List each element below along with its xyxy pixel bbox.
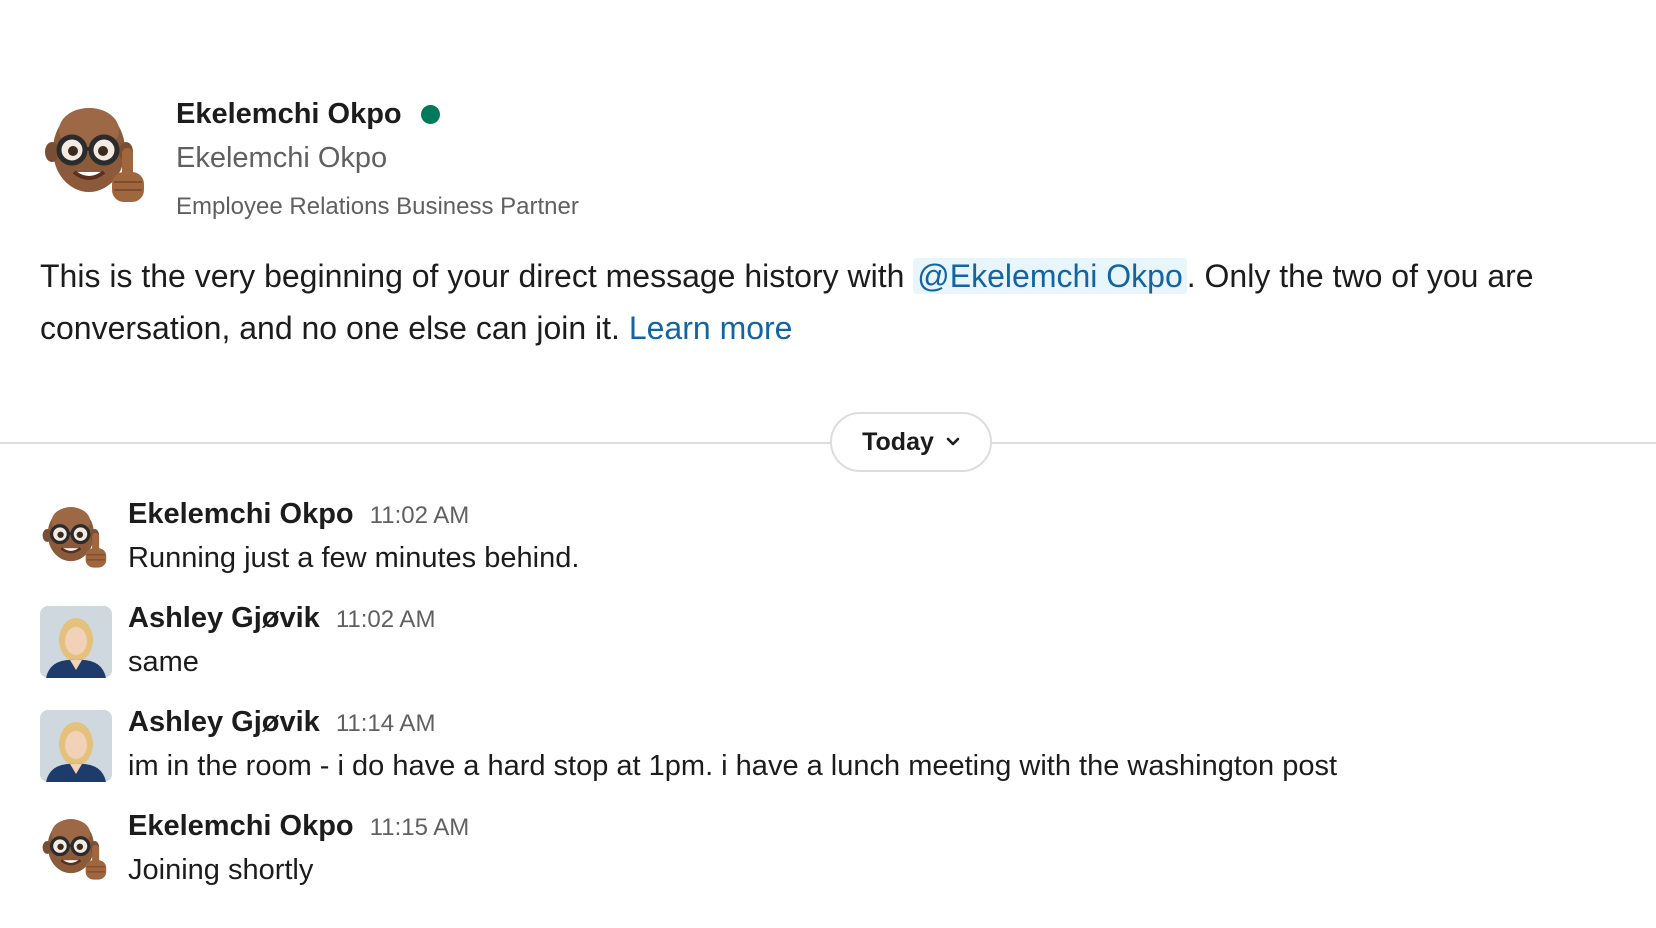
intro-text-line2: conversation, and no one else can join i… xyxy=(40,310,629,346)
date-label: Today xyxy=(862,427,934,456)
message-timestamp[interactable]: 11:02 AM xyxy=(336,606,436,634)
message-header: Ashley Gjøvik 11:14 AM xyxy=(128,706,435,739)
sender-avatar[interactable] xyxy=(40,502,112,574)
dm-intro-message: This is the very beginning of your direc… xyxy=(40,250,1656,354)
profile-name-row: Ekelemchi Okpo xyxy=(176,98,440,131)
date-divider-line xyxy=(0,442,1656,444)
intro-text-before: This is the very beginning of your direc… xyxy=(40,258,914,294)
user-mention[interactable]: @Ekelemchi Okpo xyxy=(913,258,1187,294)
profile-avatar[interactable] xyxy=(42,100,152,212)
profile-display-name: Ekelemchi Okpo xyxy=(176,142,388,174)
dm-channel-view: Ekelemchi Okpo Ekelemchi Okpo Employee R… xyxy=(0,0,1656,928)
profile-job-title: Employee Relations Business Partner xyxy=(176,193,579,220)
message-header: Ekelemchi Okpo 11:15 AM xyxy=(128,810,469,843)
sender-avatar[interactable] xyxy=(40,710,112,782)
memoji-thumbs-up-icon xyxy=(42,100,152,212)
user-photo-icon xyxy=(40,710,112,782)
message-text: same xyxy=(128,646,199,678)
message-text: Joining shortly xyxy=(128,854,314,886)
profile-name[interactable]: Ekelemchi Okpo xyxy=(176,98,402,131)
message-timestamp[interactable]: 11:02 AM xyxy=(370,502,470,530)
message-header: Ashley Gjøvik 11:02 AM xyxy=(128,602,435,635)
date-jump-button[interactable]: Today xyxy=(830,412,992,472)
message-timestamp[interactable]: 11:14 AM xyxy=(336,710,436,738)
presence-active-icon xyxy=(420,105,440,124)
message-header: Ekelemchi Okpo 11:02 AM xyxy=(128,498,469,531)
sender-name[interactable]: Ashley Gjøvik xyxy=(128,602,320,635)
sender-name[interactable]: Ekelemchi Okpo xyxy=(128,498,354,531)
learn-more-link[interactable]: Learn more xyxy=(629,310,793,346)
memoji-thumbs-up-icon xyxy=(40,502,112,574)
user-photo-icon xyxy=(40,606,112,678)
message-text: Running just a few minutes behind. xyxy=(128,542,580,574)
sender-name[interactable]: Ashley Gjøvik xyxy=(128,706,320,739)
sender-avatar[interactable] xyxy=(40,606,112,678)
sender-avatar[interactable] xyxy=(40,814,112,886)
chevron-down-icon xyxy=(946,437,960,447)
intro-text-after: . Only the two of you are xyxy=(1186,258,1534,294)
message-timestamp[interactable]: 11:15 AM xyxy=(370,814,470,842)
message-text: im in the room - i do have a hard stop a… xyxy=(128,750,1338,782)
sender-name[interactable]: Ekelemchi Okpo xyxy=(128,810,354,843)
memoji-thumbs-up-icon xyxy=(40,814,112,886)
